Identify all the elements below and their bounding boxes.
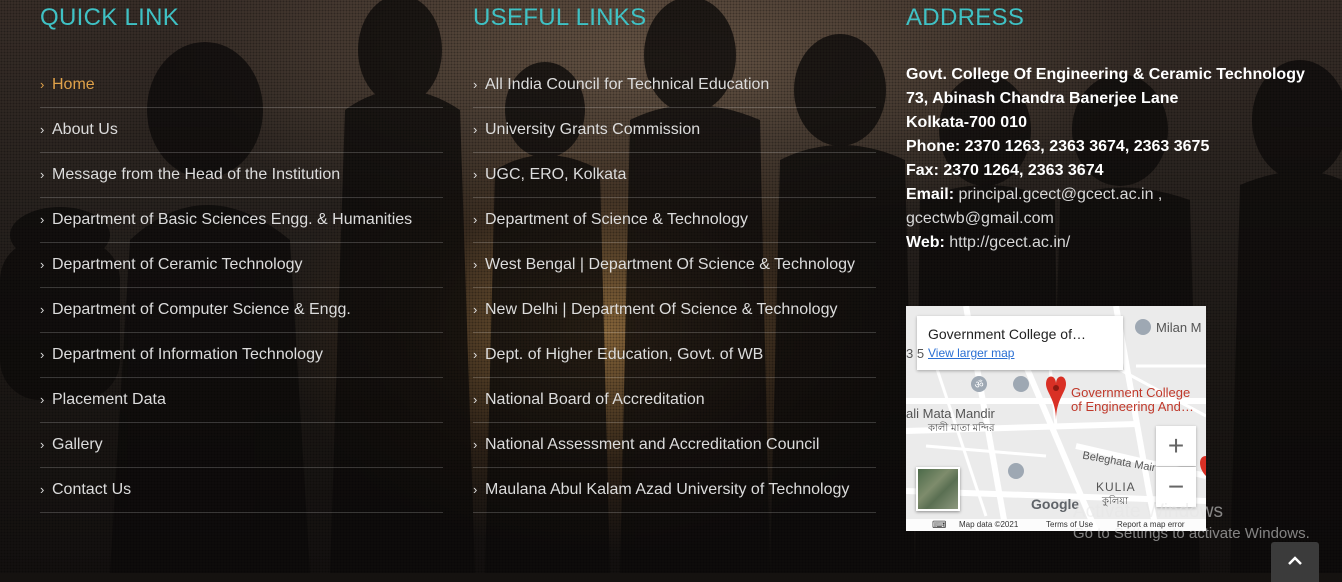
chevron-right-icon: › bbox=[40, 392, 45, 407]
email-link-gmail[interactable]: gcectwb@gmail.com bbox=[906, 210, 1054, 227]
list-item: › Department of Information Technology bbox=[40, 333, 443, 378]
useful-links-heading: USEFUL LINKS bbox=[473, 4, 647, 31]
quick-link-ceramic[interactable]: › Department of Ceramic Technology bbox=[40, 256, 303, 274]
useful-link-wb-dst[interactable]: › West Bengal | Department Of Science & T… bbox=[473, 256, 855, 274]
embedded-map[interactable]: ॐ Government College of… View larger map… bbox=[906, 306, 1206, 531]
quick-link-message-head[interactable]: › Message from the Head of the Institutio… bbox=[40, 166, 340, 184]
activate-windows-title: Activate Windows bbox=[1073, 501, 1223, 522]
map-data-text: Map data ©2021 bbox=[959, 520, 1019, 529]
chevron-right-icon: › bbox=[40, 167, 45, 182]
chevron-right-icon: › bbox=[40, 77, 45, 92]
keyboard-icon[interactable]: ⌨ bbox=[932, 520, 946, 531]
quick-link-contact[interactable]: › Contact Us bbox=[40, 481, 131, 499]
list-item: › National Assessment and Accreditation C… bbox=[473, 423, 876, 468]
place-card: Government College of… View larger map bbox=[917, 316, 1123, 370]
useful-link-delhi-dst[interactable]: › New Delhi | Department Of Science & Tec… bbox=[473, 301, 837, 319]
chevron-right-icon: › bbox=[473, 302, 478, 317]
useful-link-ugc[interactable]: › University Grants Commission bbox=[473, 121, 700, 139]
address-block: Govt. College Of Engineering & Ceramic T… bbox=[906, 63, 1326, 255]
quick-link-placement[interactable]: › Placement Data bbox=[40, 391, 166, 409]
quick-link-cse[interactable]: › Department of Computer Science & Engg. bbox=[40, 301, 351, 319]
address-fax: Fax: 2370 1264, 2363 3674 bbox=[906, 162, 1104, 179]
useful-link-higher-edu[interactable]: › Dept. of Higher Education, Govt. of WB bbox=[473, 346, 763, 364]
chevron-right-icon: › bbox=[473, 392, 478, 407]
chevron-up-icon bbox=[1288, 556, 1302, 565]
email-label: Email: bbox=[906, 186, 955, 203]
quick-link-it[interactable]: › Department of Information Technology bbox=[40, 346, 323, 364]
view-larger-map-link[interactable]: View larger map bbox=[928, 346, 1014, 360]
list-item: › Department of Computer Science & Engg. bbox=[40, 288, 443, 333]
quick-link-list: › Home › About Us › Message from the Head o… bbox=[40, 63, 443, 513]
list-item: › University Grants Commission bbox=[473, 108, 876, 153]
list-item: › Placement Data bbox=[40, 378, 443, 423]
chevron-right-icon: › bbox=[473, 347, 478, 362]
google-logo: Google bbox=[1031, 496, 1080, 512]
list-item: › Gallery bbox=[40, 423, 443, 468]
chevron-right-icon: › bbox=[40, 437, 45, 452]
chevron-right-icon: › bbox=[473, 167, 478, 182]
chevron-right-icon: › bbox=[473, 77, 478, 92]
activate-windows-subtitle: Go to Settings to activate Windows. bbox=[1073, 525, 1310, 542]
email-link-principal[interactable]: principal.gcect@gcect.ac.in , bbox=[958, 186, 1162, 203]
chevron-right-icon: › bbox=[40, 212, 45, 227]
address-heading: ADDRESS bbox=[906, 4, 1025, 31]
quick-link-basic-sciences[interactable]: › Department of Basic Sciences Engg. & Hu… bbox=[40, 211, 412, 229]
chevron-right-icon: › bbox=[473, 257, 478, 272]
quick-link-about-us[interactable]: › About Us bbox=[40, 121, 118, 139]
map-pin-label: Government College of Engineering And… bbox=[1071, 385, 1194, 414]
chevron-right-icon: › bbox=[473, 482, 478, 497]
useful-links-list: › All India Council for Technical Educati… bbox=[473, 63, 876, 513]
list-item: › National Board of Accreditation bbox=[473, 378, 876, 423]
list-item: › About Us bbox=[40, 108, 443, 153]
useful-link-nba[interactable]: › National Board of Accreditation bbox=[473, 391, 705, 409]
address-line-1: Govt. College Of Engineering & Ceramic T… bbox=[906, 66, 1305, 83]
svg-text:ॐ: ॐ bbox=[974, 379, 983, 391]
list-item: › New Delhi | Department Of Science & Tec… bbox=[473, 288, 876, 333]
chevron-right-icon: › bbox=[473, 437, 478, 452]
address-line-2: 73, Abinash Chandra Banerjee Lane bbox=[906, 90, 1179, 107]
list-item: › West Bengal | Department Of Science & T… bbox=[473, 243, 876, 288]
quick-link-gallery[interactable]: › Gallery bbox=[40, 436, 103, 454]
map-label-mata-mandir: ali Mata Mandir bbox=[906, 406, 995, 421]
list-item: › Message from the Head of the Institutio… bbox=[40, 153, 443, 198]
address-line-3: Kolkata-700 010 bbox=[906, 114, 1027, 131]
map-label-digit: 3 5 bbox=[906, 346, 925, 361]
chevron-right-icon: › bbox=[40, 347, 45, 362]
list-item: › Department of Ceramic Technology bbox=[40, 243, 443, 288]
place-title: Government College of… bbox=[928, 326, 1086, 342]
useful-link-ugc-ero[interactable]: › UGC, ERO, Kolkata bbox=[473, 166, 626, 184]
useful-link-aicte[interactable]: › All India Council for Technical Educati… bbox=[473, 76, 769, 94]
list-item: › Maulana Abul Kalam Azad University of T… bbox=[473, 468, 876, 513]
list-item: › Dept. of Higher Education, Govt. of WB bbox=[473, 333, 876, 378]
web-link[interactable]: http://gcect.ac.in/ bbox=[949, 234, 1070, 251]
chevron-right-icon: › bbox=[40, 482, 45, 497]
useful-link-makaut[interactable]: › Maulana Abul Kalam Azad University of T… bbox=[473, 481, 849, 499]
address-phone: Phone: 2370 1263, 2363 3674, 2363 3675 bbox=[906, 138, 1210, 155]
map-label-kulia: KULIA bbox=[1096, 480, 1136, 494]
scroll-to-top-button[interactable] bbox=[1271, 542, 1319, 582]
list-item: › Home bbox=[40, 63, 443, 108]
quick-link-heading: QUICK LINK bbox=[40, 4, 180, 31]
useful-link-naac[interactable]: › National Assessment and Accreditation C… bbox=[473, 436, 819, 454]
web-label: Web: bbox=[906, 234, 945, 251]
zoom-in-button[interactable]: + bbox=[1156, 426, 1196, 466]
list-item: › Department of Basic Sciences Engg. & Hu… bbox=[40, 198, 443, 243]
chevron-right-icon: › bbox=[40, 302, 45, 317]
list-item: › All India Council for Technical Educati… bbox=[473, 63, 876, 108]
list-item: › Contact Us bbox=[40, 468, 443, 513]
chevron-right-icon: › bbox=[40, 257, 45, 272]
chevron-right-icon: › bbox=[40, 122, 45, 137]
list-item: › UGC, ERO, Kolkata bbox=[473, 153, 876, 198]
quick-link-home[interactable]: › Home bbox=[40, 76, 95, 94]
map-label-mata-mandir-bn: কালী মাতা মন্দির bbox=[928, 423, 995, 434]
map-label-milan: Milan M bbox=[1156, 320, 1202, 335]
chevron-right-icon: › bbox=[473, 212, 478, 227]
satellite-toggle[interactable] bbox=[916, 467, 960, 511]
chevron-right-icon: › bbox=[473, 122, 478, 137]
list-item: › Department of Science & Technology bbox=[473, 198, 876, 243]
useful-link-dst[interactable]: › Department of Science & Technology bbox=[473, 211, 748, 229]
